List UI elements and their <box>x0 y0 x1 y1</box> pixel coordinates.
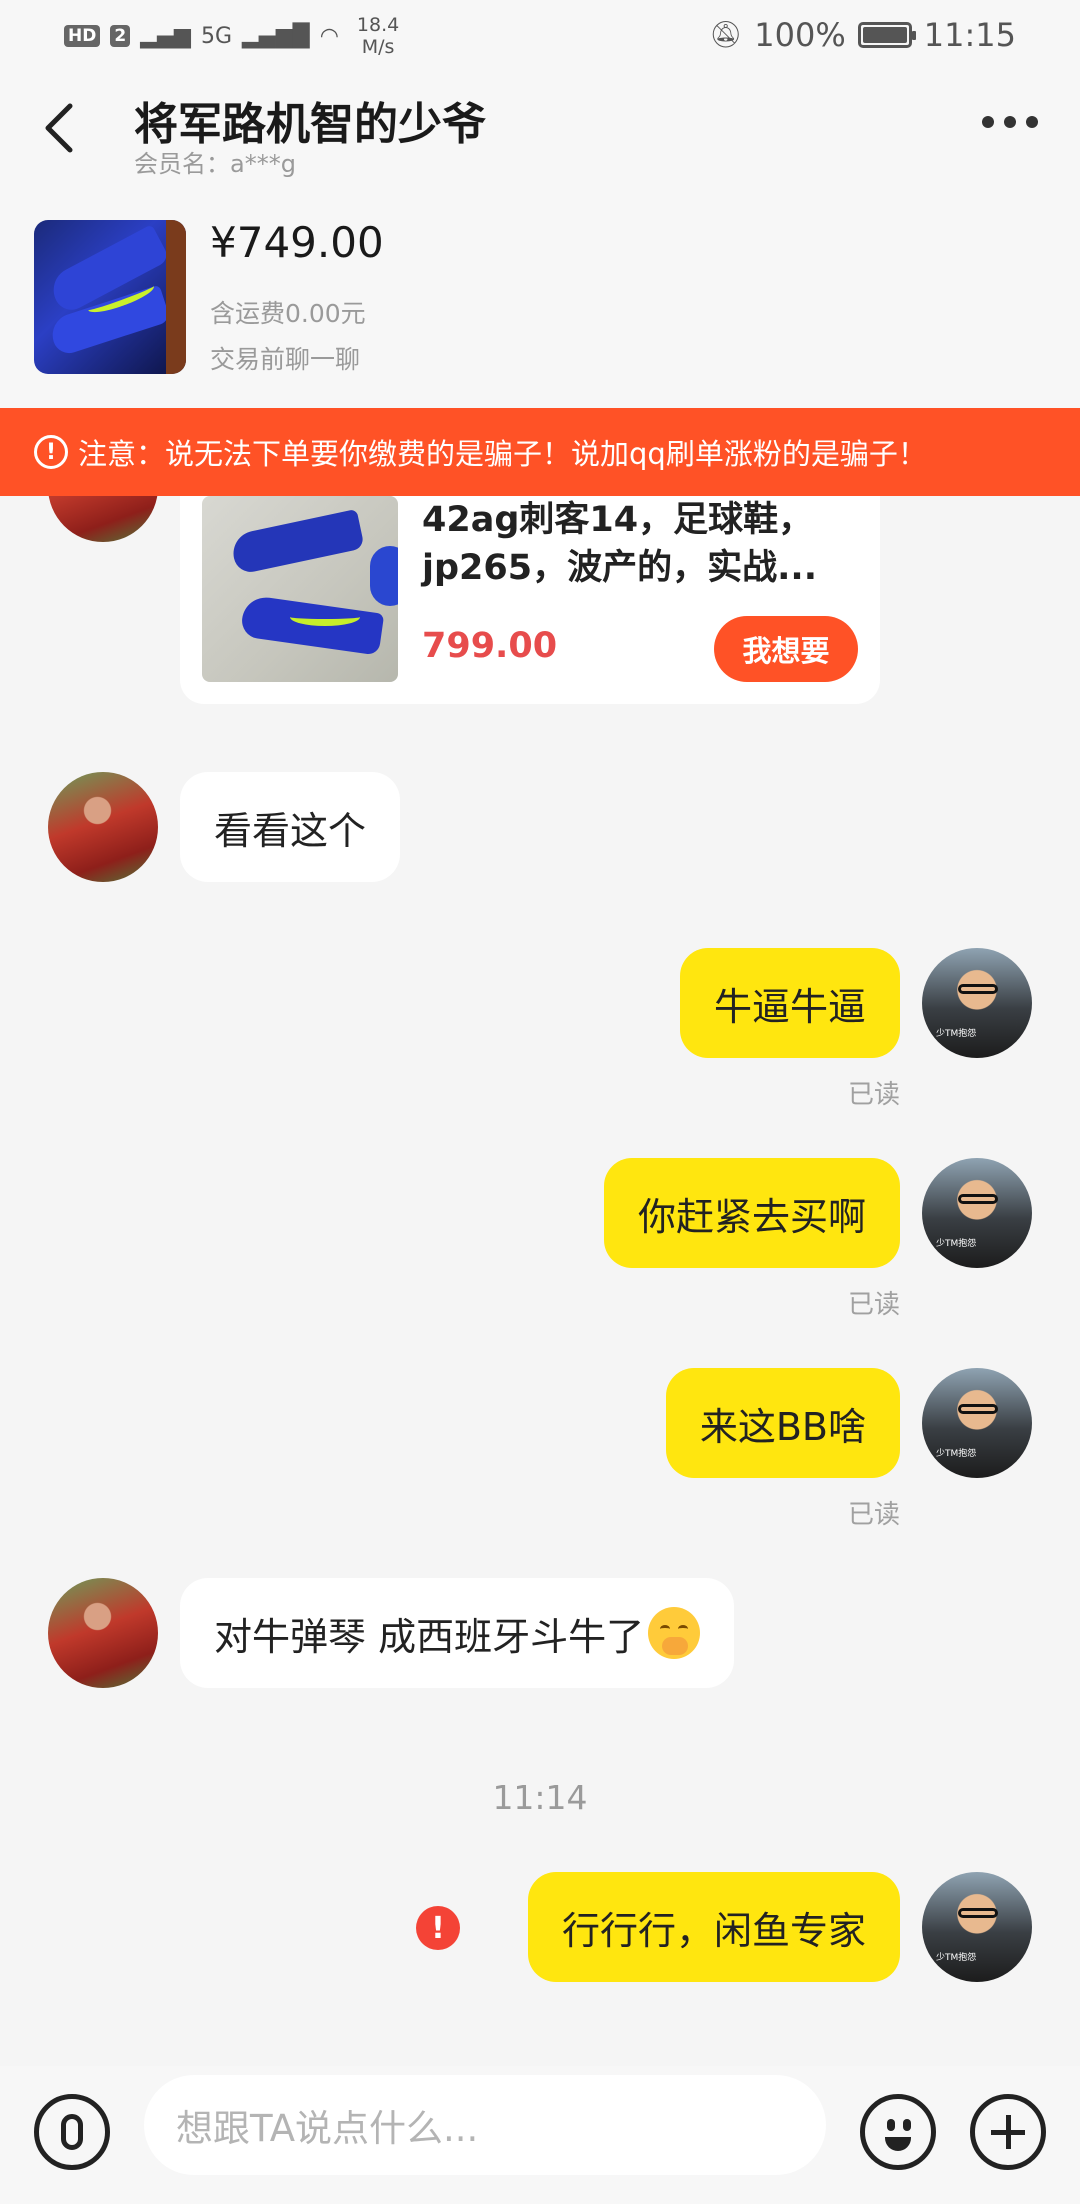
shipping-fee: 含运费0.00元 <box>210 299 366 328</box>
contact-avatar[interactable] <box>48 496 158 542</box>
chat-screen: HD 2 ▂▄▆ 5G ▂▄▆█ ◠ 18.4 M/s 🔕︎ 100% 11:1… <box>0 0 1080 2204</box>
message-text: 对牛弹琴 成西班牙斗牛了 <box>214 1614 645 1659</box>
message-bubble[interactable]: 牛逼牛逼 <box>679 948 900 1058</box>
message-timestamp: 11:14 <box>492 1778 588 1817</box>
error-icon[interactable]: ! <box>416 1906 460 1950</box>
warning-icon: ! <box>34 435 68 469</box>
my-avatar[interactable]: 少TM抱怨 <box>922 1368 1032 1478</box>
wifi-icon: ◠ <box>319 23 339 49</box>
chat-header: 将军路机智的少爷 会员名：a***g <box>0 68 1080 186</box>
signal-icon: ▂▄▆ <box>140 23 191 49</box>
message-bubble[interactable]: 行行行，闲鱼专家 <box>527 1872 900 1982</box>
speed-unit: M/s <box>361 36 395 58</box>
message-bubble[interactable]: 你赶紧去买啊 <box>603 1158 900 1268</box>
read-receipt: 已读 <box>847 1290 900 1320</box>
message-bubble[interactable]: 看看这个 <box>180 772 401 882</box>
message-bubble[interactable]: 对牛弹琴 成西班牙斗牛了 <box>180 1578 735 1688</box>
sim-badge: 2 <box>110 25 131 47</box>
product-price: ¥749.00 <box>210 218 384 267</box>
my-avatar[interactable]: 少TM抱怨 <box>922 1158 1032 1268</box>
contact-avatar[interactable] <box>48 1578 158 1688</box>
network-speed: 18.4 M/s <box>357 14 399 58</box>
more-icon[interactable] <box>982 116 1038 128</box>
warning-text: 注意：说无法下单要你缴费的是骗子！说加qq刷单涨粉的是骗子！ <box>78 437 927 471</box>
contact-avatar[interactable] <box>48 772 158 882</box>
read-receipt: 已读 <box>847 1080 900 1110</box>
giggle-emoji-icon <box>648 1607 701 1659</box>
battery-percent: 100% <box>754 16 846 54</box>
signal-icon-2: ▂▄▆█ <box>242 23 310 49</box>
my-avatar[interactable]: 少TM抱怨 <box>922 948 1032 1058</box>
network-type: 5G <box>200 23 232 49</box>
shared-item-price: 799.00 <box>422 626 558 666</box>
clock: 11:15 <box>923 16 1016 54</box>
product-thumbnail[interactable] <box>34 220 186 374</box>
read-receipt: 已读 <box>847 1500 900 1530</box>
message-bubble[interactable]: 来这BB啥 <box>665 1368 900 1478</box>
message-input[interactable]: 想跟TA说点什么... <box>144 2075 826 2175</box>
fraud-warning-banner: ! 注意：说无法下单要你缴费的是骗子！说加qq刷单涨粉的是骗子！ <box>0 408 1080 496</box>
status-right: 🔕︎ 100% 11:15 <box>709 16 1016 54</box>
want-button[interactable]: 我想要 <box>714 616 858 682</box>
status-bar: HD 2 ▂▄▆ 5G ▂▄▆█ ◠ 18.4 M/s 🔕︎ 100% 11:1… <box>0 0 1080 68</box>
status-left: HD 2 ▂▄▆ 5G ▂▄▆█ ◠ 18.4 M/s <box>64 14 399 58</box>
chat-hint: 交易前聊一聊 <box>210 345 361 374</box>
back-arrow-icon[interactable] <box>40 98 80 158</box>
emoji-icon[interactable] <box>860 2094 936 2170</box>
hd-badge: HD <box>64 25 101 47</box>
mute-bell-icon: 🔕︎ <box>709 20 743 50</box>
plus-icon[interactable] <box>970 2094 1046 2170</box>
shared-item-card[interactable]: 42ag刺客14，足球鞋，jp265，波产的，实战... 799.00 我想要 <box>180 496 880 704</box>
shared-item-image[interactable] <box>202 496 398 682</box>
message-list[interactable]: 42ag刺客14，足球鞋，jp265，波产的，实战... 799.00 我想要 … <box>0 496 1080 2066</box>
my-avatar[interactable]: 少TM抱怨 <box>922 1872 1032 1982</box>
shared-item-title: 42ag刺客14，足球鞋，jp265，波产的，实战... <box>422 500 817 588</box>
contact-name: 将军路机智的少爷 <box>134 99 486 150</box>
member-name: 会员名：a***g <box>134 150 296 178</box>
speed-value: 18.4 <box>356 14 400 36</box>
product-summary[interactable]: ¥749.00 含运费0.00元 交易前聊一聊 <box>0 186 1080 408</box>
input-bar: 想跟TA说点什么... <box>0 2066 1080 2204</box>
battery-icon <box>857 22 916 48</box>
microphone-icon[interactable] <box>34 2094 110 2170</box>
